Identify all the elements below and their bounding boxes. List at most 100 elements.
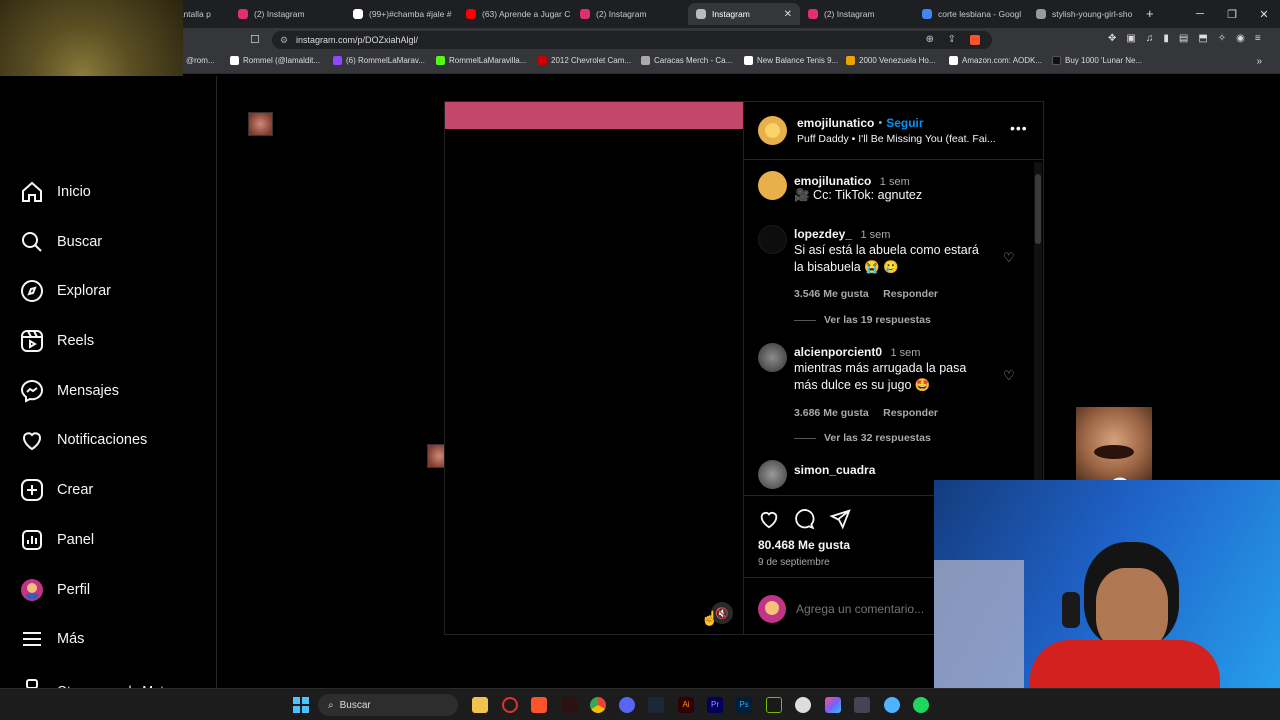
browser-tab[interactable]: (2) Instagram xyxy=(800,3,912,25)
browser-tab[interactable]: (2) Instagram xyxy=(572,3,684,25)
minimize-icon[interactable]: ─ xyxy=(1184,8,1216,20)
comment-avatar[interactable] xyxy=(758,225,787,254)
music-icon[interactable]: ♫ xyxy=(1146,33,1154,44)
browser-tab[interactable]: (2) Instagram xyxy=(230,3,342,25)
comment-likes[interactable]: 3.546 Me gusta xyxy=(794,288,869,300)
brave-icon[interactable] xyxy=(531,697,547,713)
opera-icon[interactable] xyxy=(502,697,518,713)
bookmark-item[interactable]: RommelLaMaravilla... xyxy=(436,56,526,65)
comment-username[interactable]: lopezdey_ xyxy=(794,227,852,241)
more-options-icon[interactable]: ••• xyxy=(1010,120,1028,136)
link-favicon-icon xyxy=(696,9,706,19)
share-post-icon[interactable] xyxy=(829,508,851,530)
sidebar-item-notificaciones[interactable]: Notificaciones xyxy=(20,428,147,452)
comment-header: simon_cuadra xyxy=(794,461,875,479)
more-bookmarks-icon[interactable]: » xyxy=(1256,56,1262,67)
bookmark-item[interactable]: 2000 Venezuela Ho... xyxy=(846,56,936,65)
url-field[interactable]: ⚙ instagram.com/p/DOZxiahAlgl/ ⊕ ⇪ xyxy=(272,31,992,49)
author-avatar[interactable] xyxy=(758,116,787,145)
sidebar-item-buscar[interactable]: Buscar xyxy=(20,230,102,254)
taskbar-search[interactable]: ⌕ Buscar xyxy=(318,694,458,716)
browser-tab[interactable]: stylish-young-girl-sho xyxy=(1028,3,1140,25)
bookmark-item[interactable]: New Balance Tenis 9... xyxy=(744,56,838,65)
app-icon[interactable] xyxy=(884,697,900,713)
caption-username[interactable]: emojilunatico xyxy=(794,174,871,188)
nvidia-icon[interactable] xyxy=(766,697,782,713)
comment-icon[interactable] xyxy=(793,508,815,530)
close-window-icon[interactable]: ✕ xyxy=(1248,8,1280,21)
sidebar-item-panel[interactable]: Panel xyxy=(20,528,94,552)
post-video[interactable]: 🔇 ☝ xyxy=(444,101,744,635)
share-icon[interactable]: ⇪ xyxy=(948,31,956,49)
like-comment-icon[interactable]: ♡ xyxy=(1003,250,1015,266)
wallet2-icon[interactable]: ▤ xyxy=(1179,33,1188,44)
comment-username[interactable]: alcienporcient0 xyxy=(794,345,882,359)
sidebar-item-perfil[interactable]: Perfil xyxy=(20,578,90,602)
browser-tab[interactable]: (99+)#chamba #jale # xyxy=(345,3,457,25)
bookmark-icon[interactable]: ☐ xyxy=(250,33,260,46)
bookmark-item[interactable]: @rom... xyxy=(186,56,215,65)
sidebar-item-mas[interactable]: Más xyxy=(20,627,84,651)
premiere-icon[interactable]: Pr xyxy=(707,697,723,713)
brave-shield-icon[interactable] xyxy=(970,35,980,45)
photoshop-icon[interactable]: Ps xyxy=(736,697,752,713)
new-tab-icon[interactable]: + xyxy=(1146,6,1154,21)
audio-track-link[interactable]: Puff Daddy • I'll Be Missing You (feat. … xyxy=(797,133,996,145)
windows-start-icon[interactable] xyxy=(293,697,309,713)
file-explorer-icon[interactable] xyxy=(472,697,488,713)
browser-tab[interactable]: (63) Aprende a Jugar C xyxy=(458,3,570,25)
caption-avatar[interactable] xyxy=(758,171,787,200)
scrollbar-thumb[interactable] xyxy=(1035,174,1041,244)
post-like-count[interactable]: 80.468 Me gusta xyxy=(758,538,850,552)
sidebar-item-explorar[interactable]: Explorar xyxy=(20,279,111,303)
bookmark-item[interactable]: Caracas Merch - Ca... xyxy=(641,56,732,65)
steam-icon[interactable] xyxy=(648,697,664,713)
copilot-icon[interactable] xyxy=(825,697,841,713)
obs-icon[interactable] xyxy=(795,697,811,713)
bookmark-item[interactable]: Rommel (@lamaldit... xyxy=(230,56,320,65)
like-post-icon[interactable] xyxy=(758,508,780,530)
like-comment-icon[interactable]: ♡ xyxy=(1003,368,1015,384)
chrome-icon[interactable] xyxy=(590,697,606,713)
sidebar-toggle-icon[interactable]: ▮ xyxy=(1163,33,1169,44)
ai-icon[interactable]: ✧ xyxy=(1218,33,1226,44)
bookmark-item[interactable]: Amazon.com: AODK... xyxy=(949,56,1042,65)
illustrator-icon[interactable]: Ai xyxy=(678,697,694,713)
translate-icon[interactable]: ⬒ xyxy=(1198,33,1207,44)
comment-likes[interactable]: 3.686 Me gusta xyxy=(794,407,869,419)
view-replies-button[interactable]: Ver las 19 respuestas xyxy=(824,314,931,326)
wallet-icon[interactable]: ▣ xyxy=(1126,33,1135,44)
bookmark-favicon-icon xyxy=(846,56,855,65)
menu-icon[interactable]: ≡ xyxy=(1255,33,1261,44)
browser-tab-active[interactable]: Instagram ✕ xyxy=(688,3,800,25)
bookmark-item[interactable]: (6) RommelLaMarav... xyxy=(333,56,425,65)
app-icon[interactable] xyxy=(854,697,870,713)
extensions-icon[interactable]: ✥ xyxy=(1108,33,1116,44)
discord-icon[interactable] xyxy=(619,697,635,713)
app-icon[interactable] xyxy=(561,697,577,713)
browser-tab[interactable]: corte lesbiana - Googl xyxy=(914,3,1026,25)
vpn-icon[interactable]: ◉ xyxy=(1236,33,1245,44)
zoom-icon[interactable]: ⊕ xyxy=(926,31,934,49)
youtube-icon xyxy=(466,9,476,19)
sidebar-item-crear[interactable]: Crear xyxy=(20,478,93,502)
comment-username[interactable]: simon_cuadra xyxy=(794,463,875,477)
sidebar-item-mensajes[interactable]: Mensajes xyxy=(20,379,119,403)
author-username[interactable]: emojilunatico xyxy=(797,116,874,130)
close-tab-icon[interactable]: ✕ xyxy=(784,9,792,20)
site-info-icon[interactable]: ⚙ xyxy=(280,31,288,49)
sidebar-item-reels[interactable]: Reels xyxy=(20,329,94,353)
follow-button[interactable]: Seguir xyxy=(886,116,923,130)
bookmark-item[interactable]: 2012 Chevrolet Cam... xyxy=(538,56,631,65)
reply-button[interactable]: Responder xyxy=(883,288,938,300)
dashboard-icon xyxy=(22,530,42,550)
sidebar-item-inicio[interactable]: Inicio xyxy=(20,180,91,204)
comments-scrollbar[interactable] xyxy=(1034,162,1042,494)
bookmark-item[interactable]: Buy 1000 'Lunar Ne... xyxy=(1052,56,1142,65)
comment-avatar[interactable] xyxy=(758,460,787,489)
restore-icon[interactable]: ❐ xyxy=(1216,8,1248,21)
comment-avatar[interactable] xyxy=(758,343,787,372)
spotify-icon[interactable] xyxy=(913,697,929,713)
reply-button[interactable]: Responder xyxy=(883,407,938,419)
view-replies-button[interactable]: Ver las 32 respuestas xyxy=(824,432,931,444)
